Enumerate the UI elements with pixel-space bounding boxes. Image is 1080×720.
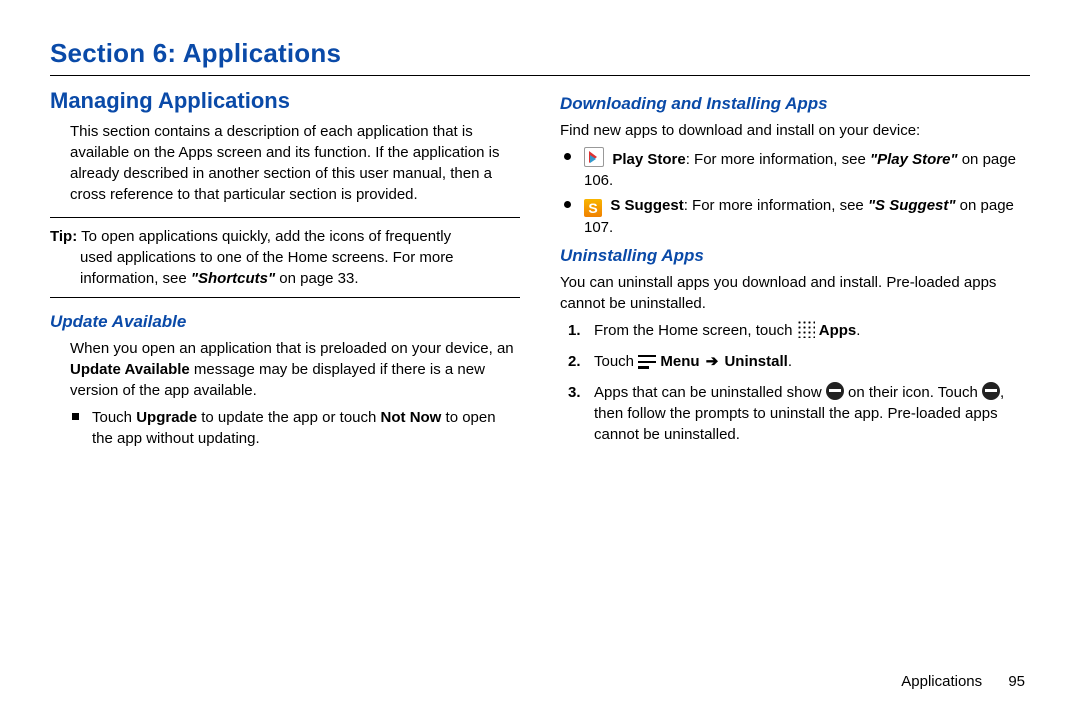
managing-apps-heading: Managing Applications: [50, 86, 520, 117]
uninstall-step-3: Apps that can be uninstalled show on the…: [560, 382, 1030, 445]
s-suggest-reference: "S Suggest": [868, 197, 956, 214]
tip-text-3a: information, see: [80, 270, 191, 287]
apps-label: Apps: [819, 322, 857, 339]
uninstall-step-1: From the Home screen, touch Apps.: [560, 320, 1030, 341]
minus-badge-icon: [826, 382, 844, 400]
update-text-a: When you open an application that is pre…: [70, 340, 514, 357]
footer-section-label: Applications: [901, 673, 982, 690]
footer-page-number: 95: [1008, 673, 1025, 690]
update-available-bold: Update Available: [70, 361, 190, 378]
update-available-heading: Update Available: [50, 310, 520, 334]
uninstall-step-2: Touch Menu ➔ Uninstall.: [560, 351, 1030, 372]
download-app-list: Play Store: For more information, see "P…: [560, 147, 1030, 238]
upgrade-bold: Upgrade: [136, 409, 197, 426]
update-available-para: When you open an application that is pre…: [50, 338, 520, 401]
ub-mid: to update the app or touch: [197, 409, 380, 426]
menu-icon: [638, 355, 656, 369]
minus-badge-icon-2: [982, 382, 1000, 400]
step1-a: From the Home screen, touch: [594, 322, 797, 339]
ub-a: Touch: [92, 409, 136, 426]
s-suggest-label: S Suggest: [610, 197, 683, 214]
update-bullet-item: Touch Upgrade to update the app or touch…: [50, 407, 520, 449]
tip-row2: used applications to one of the Home scr…: [50, 247, 520, 268]
two-column-layout: Managing Applications This section conta…: [50, 86, 1030, 455]
play-store-reference: "Play Store": [870, 151, 958, 168]
step1-b: .: [856, 322, 860, 339]
uninstall-label: Uninstall: [724, 353, 787, 370]
play-store-item: Play Store: For more information, see "P…: [560, 147, 1030, 191]
page-footer: Applications 95: [901, 673, 1025, 690]
right-column: Downloading and Installing Apps Find new…: [560, 86, 1030, 455]
step2-a: Touch: [594, 353, 638, 370]
tip-row3: information, see "Shortcuts" on page 33.: [50, 268, 520, 289]
ss-text-a: : For more information, see: [684, 197, 868, 214]
update-bullet-list: Touch Upgrade to update the app or touch…: [50, 407, 520, 449]
shortcuts-reference: "Shortcuts": [191, 270, 275, 287]
apps-grid-icon: [797, 320, 815, 338]
title-rule: [50, 75, 1030, 76]
tip-text-1: To open applications quickly, add the ic…: [81, 228, 451, 245]
left-column: Managing Applications This section conta…: [50, 86, 520, 455]
tip-text-3b: on page 33.: [275, 270, 358, 287]
uninstall-steps: From the Home screen, touch Apps. Touch …: [560, 320, 1030, 445]
managing-apps-intro: This section contains a description of e…: [50, 121, 520, 205]
menu-label: Menu: [660, 353, 699, 370]
uninstalling-apps-intro: You can uninstall apps you download and …: [560, 272, 1030, 314]
arrow-icon: ➔: [704, 353, 721, 370]
uninstalling-apps-heading: Uninstalling Apps: [560, 244, 1030, 268]
tip-box: Tip: To open applications quickly, add t…: [50, 217, 520, 298]
download-install-intro: Find new apps to download and install on…: [560, 120, 1030, 141]
tip-row1: Tip: To open applications quickly, add t…: [50, 226, 520, 247]
step3-a: Apps that can be uninstalled show: [594, 384, 826, 401]
step2-b: .: [788, 353, 792, 370]
s-suggest-item: S S Suggest: For more information, see "…: [560, 195, 1030, 238]
step3-b: on their icon. Touch: [844, 384, 982, 401]
s-suggest-icon: S: [584, 199, 602, 217]
manual-page: Section 6: Applications Managing Applica…: [0, 0, 1080, 720]
play-store-icon: [584, 147, 604, 167]
play-store-label: Play Store: [612, 151, 685, 168]
play-text-a: : For more information, see: [686, 151, 870, 168]
not-now-bold: Not Now: [381, 409, 442, 426]
download-install-heading: Downloading and Installing Apps: [560, 92, 1030, 116]
section-title: Section 6: Applications: [50, 38, 1030, 69]
tip-label: Tip:: [50, 228, 77, 245]
